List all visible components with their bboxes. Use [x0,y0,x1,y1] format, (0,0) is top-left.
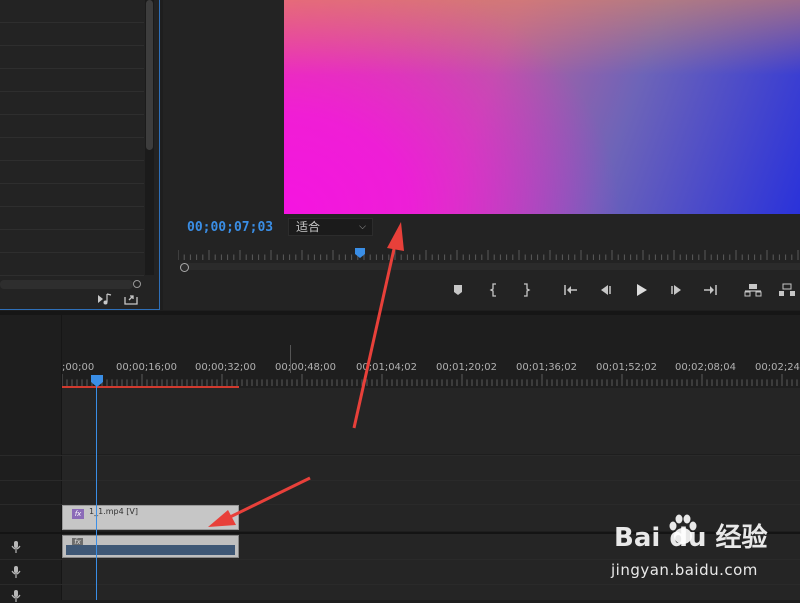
panel-row-divider [0,183,144,184]
audio-track-a3[interactable] [62,585,800,600]
ruler-tick-label: ;00;00 [62,362,95,373]
monitor-playhead[interactable] [355,248,365,258]
watermark-url: jingyan.baidu.com [611,561,758,579]
timeline-empty-area[interactable] [62,388,800,454]
track-headers [0,315,62,600]
step-back-icon[interactable] [597,283,615,301]
timeline-time-ruler[interactable] [62,374,800,386]
microphone-icon[interactable] [10,565,22,579]
ruler-tick-label: 00;01;52;02 [596,362,658,373]
video-track-v2[interactable] [62,481,800,504]
lift-icon[interactable] [744,283,762,301]
panel-row-divider [0,252,144,253]
panel-row-divider [0,91,144,92]
panel-row-divider [0,68,144,69]
video-clip[interactable]: fx 1_1.mp4 [V] [62,505,239,530]
new-item-icon[interactable] [124,293,139,308]
marker-icon[interactable] [449,283,467,301]
step-forward-icon[interactable] [667,283,685,301]
vertical-scrollbar-thumb[interactable] [146,0,153,150]
horizontal-scrollbar[interactable] [0,280,133,289]
monitor-scrub-bar[interactable] [180,263,800,270]
ruler-tick-label: 00;00;32;00 [195,362,257,373]
panel-row-divider [0,45,144,46]
panel-row-divider [0,229,144,230]
extract-icon[interactable] [778,283,796,301]
panel-row-divider [0,206,144,207]
ruler-tick-label: 00;02;08;04 [675,362,737,373]
go-to-out-icon[interactable] [701,283,719,301]
playhead-timecode[interactable]: 00;00;07;03 [187,220,273,235]
timeline-playhead-line[interactable] [96,384,97,600]
mark-out-icon[interactable] [517,283,535,301]
mark-in-icon[interactable] [485,283,503,301]
automate-to-sequence-icon[interactable] [97,293,113,308]
ruler-tick-label: 00;02;24; [755,362,800,373]
zoom-slider-knob[interactable] [133,280,141,288]
microphone-icon[interactable] [10,589,22,603]
video-preview-overlay [284,0,800,214]
chevron-down-icon: ⌵ [359,222,366,232]
panel-row-divider [0,137,144,138]
monitor-time-ruler[interactable] [178,250,800,260]
ruler-tick-label: 00;00;48;00 [275,362,337,373]
panel-row-divider [0,160,144,161]
ruler-tick-label: 00;01;04;02 [356,362,418,373]
panel-row-divider [0,275,144,276]
project-panel [0,0,160,310]
fx-badge: fx [72,509,84,519]
panel-row-divider [0,22,144,23]
microphone-icon[interactable] [10,540,22,554]
timeline-playhead[interactable] [91,375,103,387]
zoom-level-value: 适合 [296,220,321,234]
video-track-v3[interactable] [62,456,800,480]
audio-clip[interactable]: fx [62,535,239,558]
monitor-zoom-knob[interactable] [180,263,189,272]
zoom-level-select[interactable]: 适合 ⌵ [288,218,373,236]
go-to-in-icon[interactable] [562,283,580,301]
paw-icon [669,514,697,544]
audio-waveform [66,545,235,555]
ruler-tick-label: 00;01;20;02 [436,362,498,373]
panel-row-divider [0,114,144,115]
ruler-tick-label: 00;01;36;02 [516,362,578,373]
ruler-tick-label: 00;00;16;00 [116,362,178,373]
play-icon[interactable] [632,283,650,301]
